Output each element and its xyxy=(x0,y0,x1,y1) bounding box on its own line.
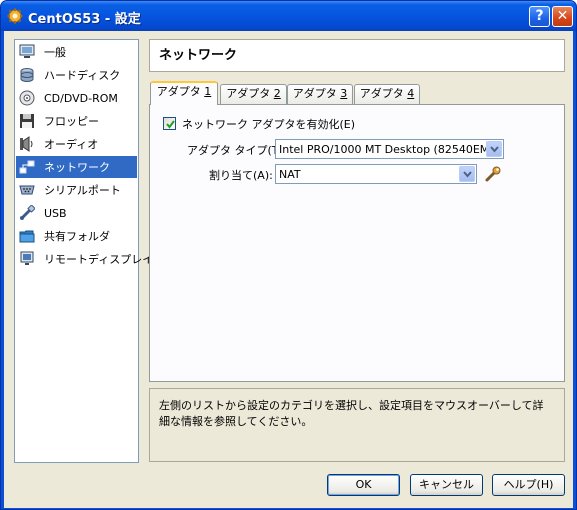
dialog-client-area: 一般 ハードディスク CD/DVD-ROM フロッピー オーディオ ネットワーク… xyxy=(4,31,573,508)
attachment-label: 割り当て(A): xyxy=(209,169,273,182)
tab-key: 4 xyxy=(407,87,415,100)
title-help-button[interactable]: ? xyxy=(529,6,550,27)
tab-label: アダプタ xyxy=(292,87,341,100)
gear-icon xyxy=(7,8,23,24)
sidebar-item-label: フロッピー xyxy=(44,115,99,128)
serial-port-icon xyxy=(19,185,35,195)
sidebar-item-label: 共有フォルダ xyxy=(44,230,110,243)
usb-icon xyxy=(20,205,35,220)
sidebar-item-usb[interactable]: USB xyxy=(16,202,137,224)
sidebar-item-general[interactable]: 一般 xyxy=(16,41,137,63)
category-list: 一般 ハードディスク CD/DVD-ROM フロッピー オーディオ ネットワーク… xyxy=(14,39,153,463)
monitor-icon xyxy=(19,44,35,58)
floppy-icon xyxy=(20,114,34,128)
sidebar-item-network[interactable]: ネットワーク xyxy=(16,156,137,178)
help-button[interactable]: ヘルプ(H) xyxy=(492,474,565,496)
sidebar-item-cd-dvd[interactable]: CD/DVD-ROM xyxy=(16,87,137,109)
sidebar-item-label: ネットワーク xyxy=(44,161,110,174)
tab-key: 3 xyxy=(340,87,348,100)
tab-adapter-1[interactable]: アダプタ 1 xyxy=(150,81,218,105)
tab-adapter-4[interactable]: アダプタ 4 xyxy=(354,84,420,104)
tab-key: 2 xyxy=(273,87,281,100)
enable-adapter-label[interactable]: ネットワーク アダプタを有効化(E) xyxy=(182,116,355,132)
sidebar-item-floppy[interactable]: フロッピー xyxy=(16,110,137,132)
tab-label: アダプタ xyxy=(359,87,408,100)
adapter-type-select[interactable]: Intel PRO/1000 MT Desktop (82540EM) xyxy=(275,139,504,159)
attachment-select[interactable]: NAT xyxy=(275,164,477,184)
sidebar-item-audio[interactable]: オーディオ xyxy=(16,133,137,155)
sidebar-item-label: USB xyxy=(44,206,67,220)
sidebar-item-label: CD/DVD-ROM xyxy=(44,91,118,105)
sidebar-item-label: 一般 xyxy=(44,46,66,59)
sidebar-item-label: ハードディスク xyxy=(44,69,121,82)
attachment-value: NAT xyxy=(279,168,301,181)
adapter-type-value: Intel PRO/1000 MT Desktop (82540EM) xyxy=(279,143,494,156)
cancel-button[interactable]: キャンセル xyxy=(410,474,483,496)
checkmark-icon xyxy=(166,120,175,129)
page-title: ネットワーク xyxy=(149,39,565,72)
sidebar-item-label: リモートディスプレイ xyxy=(44,253,154,266)
chevron-down-icon xyxy=(490,146,499,153)
sidebar-item-hard-disk[interactable]: ハードディスク xyxy=(16,64,137,86)
title-bar[interactable]: CentOS53 - 設定 ? ✕ xyxy=(1,1,576,31)
cd-dvd-icon xyxy=(19,90,35,106)
settings-window: CentOS53 - 設定 ? ✕ 一般 ハードディスク CD/DVD-ROM … xyxy=(0,0,577,510)
wrench-icon[interactable] xyxy=(484,165,502,183)
tab-label: アダプタ xyxy=(226,87,274,100)
tab-label: アダプタ xyxy=(156,85,205,98)
remote-display-icon xyxy=(20,251,34,265)
tab-adapter-2[interactable]: アダプタ 2 xyxy=(220,84,287,104)
enable-adapter-checkbox[interactable] xyxy=(163,117,176,130)
dropdown-button[interactable] xyxy=(459,166,475,182)
network-icon xyxy=(19,160,35,174)
sidebar-item-label: オーディオ xyxy=(44,138,99,151)
adapter-type-label: アダプタ タイプ(T): xyxy=(187,144,287,157)
ok-button[interactable]: OK xyxy=(327,474,400,496)
hard-disk-icon xyxy=(20,68,34,82)
description-box: 左側のリストから設定のカテゴリを選択し、設定項目をマウスオーバーして詳細な情報を… xyxy=(149,388,565,462)
sidebar-item-serial-port[interactable]: シリアルポート xyxy=(16,179,137,201)
dropdown-button[interactable] xyxy=(486,141,502,157)
sidebar-item-remote-display[interactable]: リモートディスプレイ xyxy=(16,248,153,270)
chevron-down-icon xyxy=(463,171,472,178)
adapter-tab-panel: ネットワーク アダプタを有効化(E) アダプタ タイプ(T): Intel PR… xyxy=(149,104,565,382)
sidebar-item-label: シリアルポート xyxy=(44,184,121,197)
title-close-button[interactable]: ✕ xyxy=(552,6,573,27)
tab-key: 1 xyxy=(204,85,212,98)
sidebar-item-shared-folders[interactable]: 共有フォルダ xyxy=(16,225,137,247)
folder-icon xyxy=(19,230,35,243)
window-title: CentOS53 - 設定 xyxy=(28,12,141,27)
tab-adapter-3[interactable]: アダプタ 3 xyxy=(287,84,353,104)
speaker-icon xyxy=(20,136,33,152)
description-text: 左側のリストから設定のカテゴリを選択し、設定項目をマウスオーバーして詳細な情報を… xyxy=(159,399,544,428)
